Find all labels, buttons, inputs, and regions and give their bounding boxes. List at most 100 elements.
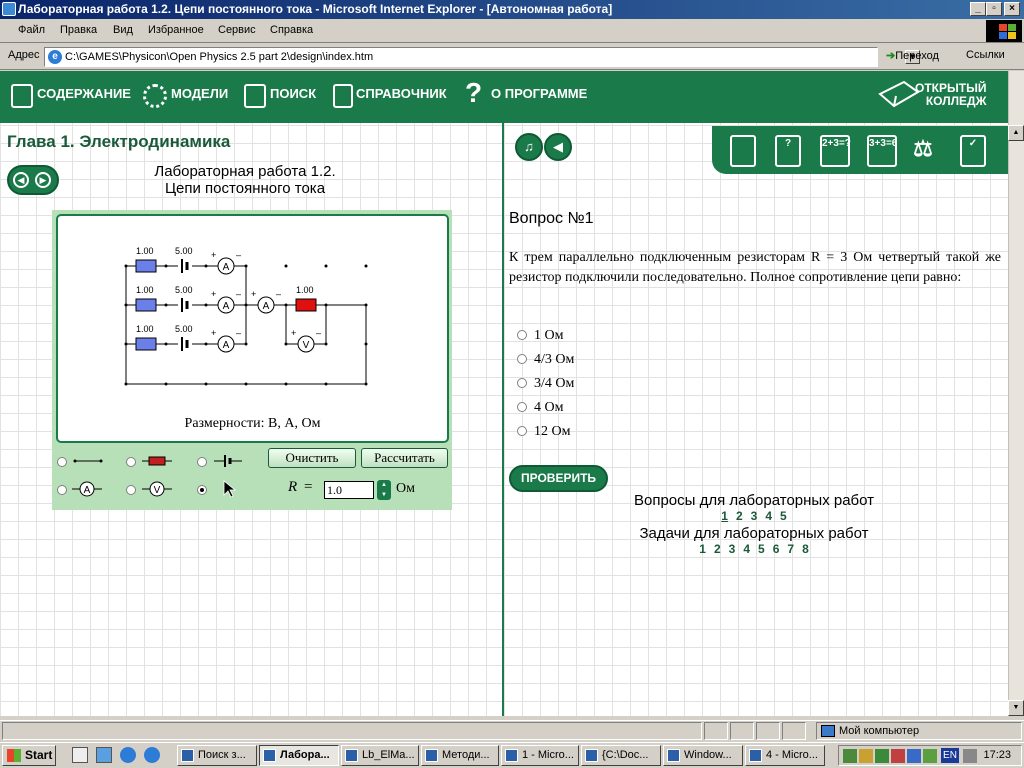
task-word-2[interactable]: 1 - Micro... [501, 745, 579, 766]
task-search[interactable]: Поиск з... [177, 745, 257, 766]
ammeter-2-label: A [223, 301, 230, 312]
ie-app-icon[interactable] [2, 2, 16, 16]
task-word-4[interactable]: 4 - Micro... [745, 745, 825, 766]
task-word-1[interactable]: Lb_ElMa... [341, 745, 419, 766]
tray-icon-4[interactable] [891, 749, 905, 763]
minimize-button[interactable]: _ [970, 2, 986, 16]
check-button[interactable]: ПРОВЕРИТЬ [509, 465, 608, 492]
close-button[interactable]: × [1004, 2, 1020, 16]
quick-launch-icon[interactable] [96, 747, 112, 763]
open-college-brand[interactable]: ОТКРЫТЫЙ КОЛЛЕДЖ [915, 82, 986, 108]
option-5[interactable]: 12 Ом [517, 424, 570, 440]
links-button[interactable]: Ссылки [966, 49, 1005, 61]
circuit-canvas[interactable]: A A A A V 1.00 5.00 1.00 5.00 1.00 5.00 … [56, 214, 449, 443]
circuit-diagram[interactable]: A A A A V 1.00 5.00 1.00 5.00 1.00 5.00 … [58, 216, 447, 411]
maximize-button[interactable]: ▫ [986, 2, 1002, 16]
scroll-up-icon[interactable]: ▲ [1008, 125, 1024, 141]
scales-icon[interactable]: ⚖ [910, 135, 936, 167]
option-5-radio[interactable] [517, 426, 527, 436]
tray-icon-1[interactable] [843, 749, 857, 763]
clock[interactable]: 17:23 [983, 749, 1011, 761]
address-input[interactable]: e C:\GAMES\Physicon\Open Physics 2.5 par… [44, 47, 920, 67]
formula-icon[interactable]: 2+3=? [820, 135, 851, 167]
nav-contents[interactable]: СОДЕРЖАНИЕ [37, 86, 131, 101]
tool-ammeter-radio[interactable] [57, 485, 67, 495]
menu-favorites[interactable]: Избранное [148, 24, 204, 36]
task-windows[interactable]: Window... [663, 745, 743, 766]
menu-edit[interactable]: Правка [60, 24, 97, 36]
lab-question-link-2[interactable]: 2 [736, 509, 743, 523]
dimensions-label: Размерности: В, А, Ом [184, 416, 321, 431]
menu-help[interactable]: Справка [270, 24, 313, 36]
language-indicator[interactable]: EN [941, 748, 959, 763]
task-link-4[interactable]: 4 [743, 542, 750, 556]
menu-file[interactable]: Файл [18, 24, 45, 36]
nav-models[interactable]: МОДЕЛИ [171, 86, 228, 101]
lab-question-link-3[interactable]: 3 [751, 509, 758, 523]
task-link-7[interactable]: 7 [787, 542, 794, 556]
tool-voltmeter-radio[interactable] [126, 485, 136, 495]
option-3[interactable]: 3/4 Ом [517, 376, 574, 392]
show-desktop-icon[interactable] [72, 747, 88, 763]
speaker-icon[interactable]: ◀ [544, 133, 572, 161]
lab-question-link-4[interactable]: 4 [765, 509, 772, 523]
task-link-2[interactable]: 2 [714, 542, 721, 556]
ie-quick-icon[interactable] [120, 747, 136, 763]
task-methods[interactable]: Методи... [421, 745, 499, 766]
scroll-down-icon[interactable]: ▼ [1008, 700, 1024, 716]
checklist-icon[interactable]: ✓ [960, 135, 986, 167]
option-4[interactable]: 4 Ом [517, 400, 563, 416]
menu-tools[interactable]: Сервис [218, 24, 256, 36]
lab-question-link-5[interactable]: 5 [780, 509, 787, 523]
menu-view[interactable]: Вид [113, 24, 133, 36]
nav-about[interactable]: О ПРОГРАММЕ [491, 86, 587, 101]
resistor-2 [135, 298, 157, 312]
tool-battery-radio[interactable] [197, 457, 207, 467]
vertical-scrollbar[interactable] [1008, 71, 1024, 716]
clear-button[interactable]: Очистить [268, 448, 356, 468]
option-1-radio[interactable] [517, 330, 527, 340]
spin-down-icon[interactable]: ▼ [377, 490, 391, 500]
status-panel-1 [704, 722, 728, 740]
task-link-5[interactable]: 5 [758, 542, 765, 556]
help-icon[interactable]: ? [775, 135, 801, 167]
ie-quick-icon-2[interactable] [144, 747, 160, 763]
task-link-1[interactable]: 1 [699, 542, 706, 556]
tray-icon-3[interactable] [875, 749, 889, 763]
calculate-button[interactable]: Рассчитать [361, 448, 448, 468]
tray-icon-5[interactable] [907, 749, 921, 763]
sound-icon[interactable]: ♫ [515, 133, 543, 161]
page-content: СОДЕРЖАНИЕ МОДЕЛИ ПОИСК СПРАВОЧНИК ? О П… [0, 71, 1008, 716]
nav-search[interactable]: ПОИСК [270, 86, 316, 101]
tool-resistor-radio[interactable] [126, 457, 136, 467]
r-value-input[interactable]: 1.0 [324, 481, 374, 499]
calc-icon[interactable]: 3+3=6 [867, 135, 897, 167]
book-icon[interactable] [730, 135, 756, 167]
task-link-6[interactable]: 6 [773, 542, 780, 556]
option-1[interactable]: 1 Ом [517, 328, 563, 344]
tool-pointer-radio[interactable] [197, 485, 207, 495]
spin-up-icon[interactable]: ▲ [377, 480, 391, 490]
option-2[interactable]: 4/3 Ом [517, 352, 574, 368]
page-arrows: ◀ ▶ [7, 165, 59, 195]
go-label: Переход [895, 50, 939, 62]
tray-icon-2[interactable] [859, 749, 873, 763]
task-docs[interactable]: {C:\Doc... [581, 745, 661, 766]
frame-splitter[interactable] [502, 123, 504, 716]
r-value-spinner[interactable]: ▲ ▼ [377, 480, 391, 500]
option-2-radio[interactable] [517, 354, 527, 364]
start-button[interactable]: Start [2, 745, 56, 766]
task-lab[interactable]: Лабора... [259, 745, 339, 766]
tool-wire-radio[interactable] [57, 457, 67, 467]
task-link-8[interactable]: 8 [802, 542, 809, 556]
prev-page-icon[interactable]: ◀ [13, 172, 29, 188]
go-button[interactable]: ➔Переход [886, 49, 939, 62]
nav-reference[interactable]: СПРАВОЧНИК [356, 86, 447, 101]
option-3-radio[interactable] [517, 378, 527, 388]
task-link-3[interactable]: 3 [729, 542, 736, 556]
lab-question-link-1[interactable]: 1 [721, 509, 728, 523]
option-4-radio[interactable] [517, 402, 527, 412]
tray-icon-6[interactable] [923, 749, 937, 763]
next-page-icon[interactable]: ▶ [35, 172, 51, 188]
speaker-tray-icon[interactable] [963, 749, 977, 763]
